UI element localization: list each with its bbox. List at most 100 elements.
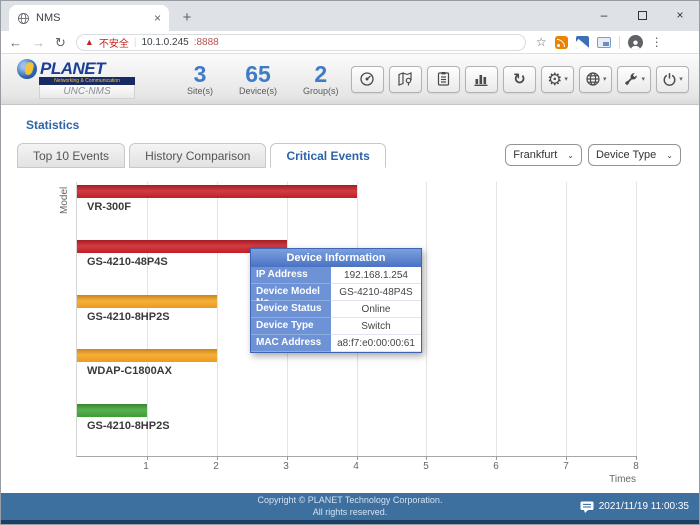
bar-vr-300f[interactable] (77, 185, 357, 198)
system-timestamp: 2021/11/19 11:00:35 (599, 501, 689, 512)
tick-mark (287, 456, 288, 460)
close-tab-icon[interactable]: × (154, 11, 161, 25)
security-warning-text: 不安全 (99, 35, 129, 50)
x-tick-label: 7 (563, 461, 569, 472)
topology-map-icon (397, 71, 413, 87)
picture-in-picture-extension-icon[interactable] (597, 37, 611, 48)
main-content: Statistics Top 10 Events History Compari… (1, 105, 699, 493)
page-title: Statistics (1, 105, 699, 132)
tooltip-label: Device Status (251, 301, 331, 318)
report-button[interactable] (427, 66, 460, 93)
site-filter-select[interactable]: Frankfurt ⌄ (505, 144, 582, 166)
maximize-icon (638, 11, 647, 20)
profile-avatar[interactable] (628, 35, 643, 50)
x-tick-label: 6 (493, 461, 499, 472)
chevron-down-icon: ▾ (564, 75, 568, 83)
global-button[interactable]: ▾ (579, 66, 613, 93)
copyright-line1: Copyright © PLANET Technology Corporatio… (258, 495, 443, 506)
tabs-row: Top 10 Events History Comparison Critica… (17, 142, 681, 168)
power-icon (662, 72, 677, 87)
devices-counter[interactable]: 65 Device(s) (239, 62, 277, 96)
bar-wdap-c1800ax[interactable] (77, 349, 217, 362)
sites-count: 3 (187, 62, 213, 86)
app-footer: Copyright © PLANET Technology Corporatio… (1, 493, 699, 520)
x-tick-label: 1 (143, 461, 149, 472)
bookmark-star-icon[interactable]: ☆ (536, 35, 547, 49)
x-axis-label: Times (76, 474, 636, 485)
dashboard-button[interactable] (351, 66, 384, 93)
new-tab-button[interactable]: + (175, 5, 199, 29)
tab-critical-events[interactable]: Critical Events (270, 143, 385, 168)
refresh-button[interactable]: ↻ (503, 66, 536, 93)
y-axis-label: Model (59, 187, 70, 214)
tooltip-row-mac: MAC Address a8:f7:e0:00:00:61 (251, 335, 421, 352)
chat-message-icon[interactable] (580, 501, 594, 513)
rss-extension-icon[interactable] (555, 36, 568, 49)
x-tick-label: 2 (213, 461, 219, 472)
main-toolbar: ↻ ⚙ ▾ ▾ ▾ ▾ (351, 66, 689, 93)
browser-menu-icon[interactable]: ⋮ (651, 35, 663, 49)
minimize-button[interactable]: – (585, 1, 623, 29)
planet-logo-tagline: Networking & Communication (39, 77, 135, 85)
tooltip-row-status: Device Status Online (251, 301, 421, 318)
topology-map-button[interactable] (389, 66, 422, 93)
tick-mark (426, 456, 427, 460)
close-window-button[interactable]: × (661, 1, 699, 29)
tooltip-title: Device Information (251, 249, 421, 267)
tick-mark (636, 456, 637, 460)
tab-top-10-events[interactable]: Top 10 Events (17, 143, 125, 168)
devices-count: 65 (239, 62, 277, 86)
sites-label: Site(s) (187, 86, 213, 96)
url-port: :8888 (194, 37, 219, 48)
window-controls: – × (585, 1, 699, 29)
forward-icon[interactable]: → (32, 36, 45, 49)
bar-category-label: VR-300F (87, 201, 636, 213)
app-header: PLANET Networking & Communication UNC-NM… (1, 54, 699, 105)
copyright-line2: All rights reserved. (313, 507, 388, 518)
power-button[interactable]: ▾ (656, 66, 689, 93)
tick-mark (147, 456, 148, 460)
browser-tab-nms[interactable]: NMS × (9, 5, 169, 31)
tick-mark (566, 456, 567, 460)
url-host: 10.1.0.245 (141, 37, 188, 48)
device-type-filter-select[interactable]: Device Type ⌄ (588, 144, 681, 166)
screenshot-extension-icon[interactable] (576, 36, 589, 49)
summary-counters: 3 Site(s) 65 Device(s) 2 Group(s) (187, 62, 339, 96)
tab-history-comparison[interactable]: History Comparison (129, 143, 266, 168)
settings-button[interactable]: ⚙ ▾ (541, 66, 574, 93)
url-input[interactable]: ▲ 不安全 | 10.1.0.245:8888 (76, 34, 526, 51)
reload-icon[interactable]: ↻ (55, 36, 66, 49)
groups-label: Group(s) (303, 86, 339, 96)
bar-gs-4210-8hp2s[interactable] (77, 404, 147, 417)
x-axis-ticks: 12345678 (76, 461, 636, 473)
back-icon[interactable]: ← (9, 36, 22, 49)
report-icon (436, 71, 451, 87)
device-information-tooltip: Device Information IP Address 192.168.1.… (250, 248, 422, 353)
tooltip-value: GS-4210-48P4S (331, 284, 421, 301)
bar-category-label: WDAP-C1800AX (87, 365, 636, 377)
maintenance-button[interactable]: ▾ (617, 66, 651, 93)
groups-count: 2 (303, 62, 339, 86)
x-tick-label: 3 (283, 461, 289, 472)
browser-tabstrip: NMS × + – × (1, 1, 699, 31)
statistics-button[interactable] (465, 66, 498, 93)
chart-bar-group: WDAP-C1800AX (77, 346, 636, 401)
sites-counter[interactable]: 3 Site(s) (187, 62, 213, 96)
omnibox-divider: | (134, 37, 137, 48)
planet-logo: PLANET Networking & Communication UNC-NM… (17, 59, 135, 99)
bar-category-label: GS-4210-8HP2S (87, 420, 636, 432)
global-icon (585, 71, 601, 87)
gridline (636, 182, 637, 456)
chart-bar-group: GS-4210-8HP2S (77, 401, 636, 456)
site-filter-value: Frankfurt (513, 149, 557, 161)
maximize-button[interactable] (623, 1, 661, 29)
settings-gear-icon: ⚙ (547, 71, 562, 88)
statistics-icon (473, 71, 489, 87)
tooltip-label: IP Address (251, 267, 331, 284)
chevron-down-icon: ⌄ (666, 151, 673, 160)
groups-counter[interactable]: 2 Group(s) (303, 62, 339, 96)
tooltip-value: a8:f7:e0:00:00:61 (331, 335, 421, 352)
tooltip-value: Switch (331, 318, 421, 335)
bar-gs-4210-8hp2s[interactable] (77, 295, 217, 308)
planet-globe-icon (17, 59, 37, 79)
